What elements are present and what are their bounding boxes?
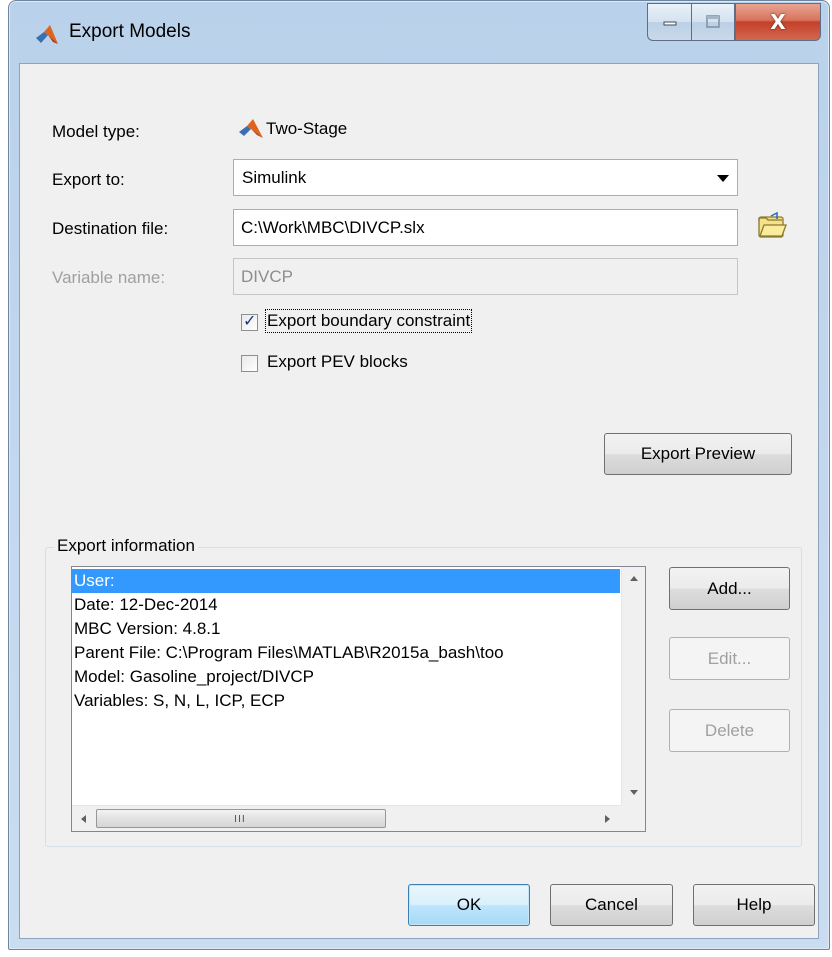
ok-button[interactable]: OK bbox=[408, 884, 530, 926]
model-type-value: Two-Stage bbox=[266, 119, 348, 138]
export-models-window: Export Models X Model type: Two-Stage Ex… bbox=[8, 0, 830, 950]
window-title: Export Models bbox=[69, 21, 191, 42]
scroll-right-icon[interactable] bbox=[605, 815, 610, 823]
scroll-left-icon[interactable] bbox=[81, 815, 86, 823]
scroll-down-icon[interactable] bbox=[630, 790, 638, 795]
model-type-label: Model type: bbox=[52, 122, 140, 141]
horizontal-scrollbar[interactable]: III bbox=[72, 805, 621, 831]
horizontal-scroll-thumb[interactable]: III bbox=[96, 809, 386, 828]
list-item[interactable]: Variables: S, N, L, ICP, ECP bbox=[72, 689, 620, 713]
variable-name-input[interactable]: DIVCP bbox=[233, 258, 738, 295]
open-folder-icon bbox=[758, 211, 787, 238]
list-item[interactable]: MBC Version: 4.8.1 bbox=[72, 617, 620, 641]
caption-buttons: X bbox=[647, 3, 821, 41]
matlab-logo-icon bbox=[239, 119, 263, 138]
list-item[interactable]: Date: 12-Dec-2014 bbox=[72, 593, 620, 617]
export-to-dropdown[interactable]: Simulink bbox=[233, 159, 738, 196]
dropdown-arrow-icon bbox=[717, 175, 729, 182]
export-pev-blocks-checkbox[interactable] bbox=[241, 355, 258, 372]
maximize-button[interactable] bbox=[691, 3, 735, 41]
browse-folder-button[interactable] bbox=[749, 209, 793, 247]
scroll-up-icon[interactable] bbox=[630, 576, 638, 581]
delete-button[interactable]: Delete bbox=[669, 709, 790, 752]
list-item[interactable]: Model: Gasoline_project/DIVCP bbox=[72, 665, 620, 689]
minimize-icon bbox=[663, 21, 676, 26]
export-to-label: Export to: bbox=[52, 170, 125, 189]
export-information-list[interactable]: User: Date: 12-Dec-2014 MBC Version: 4.8… bbox=[71, 566, 646, 832]
destination-file-label: Destination file: bbox=[52, 219, 169, 238]
dialog-client-area: Model type: Two-Stage Export to: Simulin… bbox=[19, 63, 819, 939]
list-item[interactable]: Parent File: C:\Program Files\MATLAB\R20… bbox=[72, 641, 620, 665]
vertical-scrollbar[interactable] bbox=[621, 567, 645, 805]
destination-file-input[interactable]: C:\Work\MBC\DIVCP.slx bbox=[233, 209, 738, 246]
export-boundary-constraint-checkbox[interactable] bbox=[241, 311, 258, 331]
title-bar[interactable]: Export Models X bbox=[9, 1, 829, 63]
variable-name-label: Variable name: bbox=[52, 268, 166, 287]
maximize-icon bbox=[706, 15, 720, 28]
scroll-grip-icon: III bbox=[234, 814, 246, 825]
export-boundary-constraint-label[interactable]: Export boundary constraint bbox=[264, 309, 473, 333]
close-icon: X bbox=[770, 10, 786, 34]
cancel-button[interactable]: Cancel bbox=[550, 884, 673, 926]
matlab-logo-icon bbox=[36, 25, 58, 44]
add-button[interactable]: Add... bbox=[669, 567, 790, 610]
export-information-items: User: Date: 12-Dec-2014 MBC Version: 4.8… bbox=[72, 569, 620, 713]
edit-button[interactable]: Edit... bbox=[669, 637, 790, 680]
scrollbar-corner bbox=[621, 805, 645, 831]
export-information-title: Export information bbox=[54, 536, 198, 556]
export-to-selected-value: Simulink bbox=[242, 168, 307, 187]
list-item[interactable]: User: bbox=[72, 569, 620, 593]
help-button[interactable]: Help bbox=[693, 884, 815, 926]
minimize-button[interactable] bbox=[647, 3, 691, 41]
close-button[interactable]: X bbox=[735, 3, 821, 41]
export-preview-button[interactable]: Export Preview bbox=[604, 433, 792, 475]
export-pev-blocks-label[interactable]: Export PEV blocks bbox=[267, 352, 408, 372]
